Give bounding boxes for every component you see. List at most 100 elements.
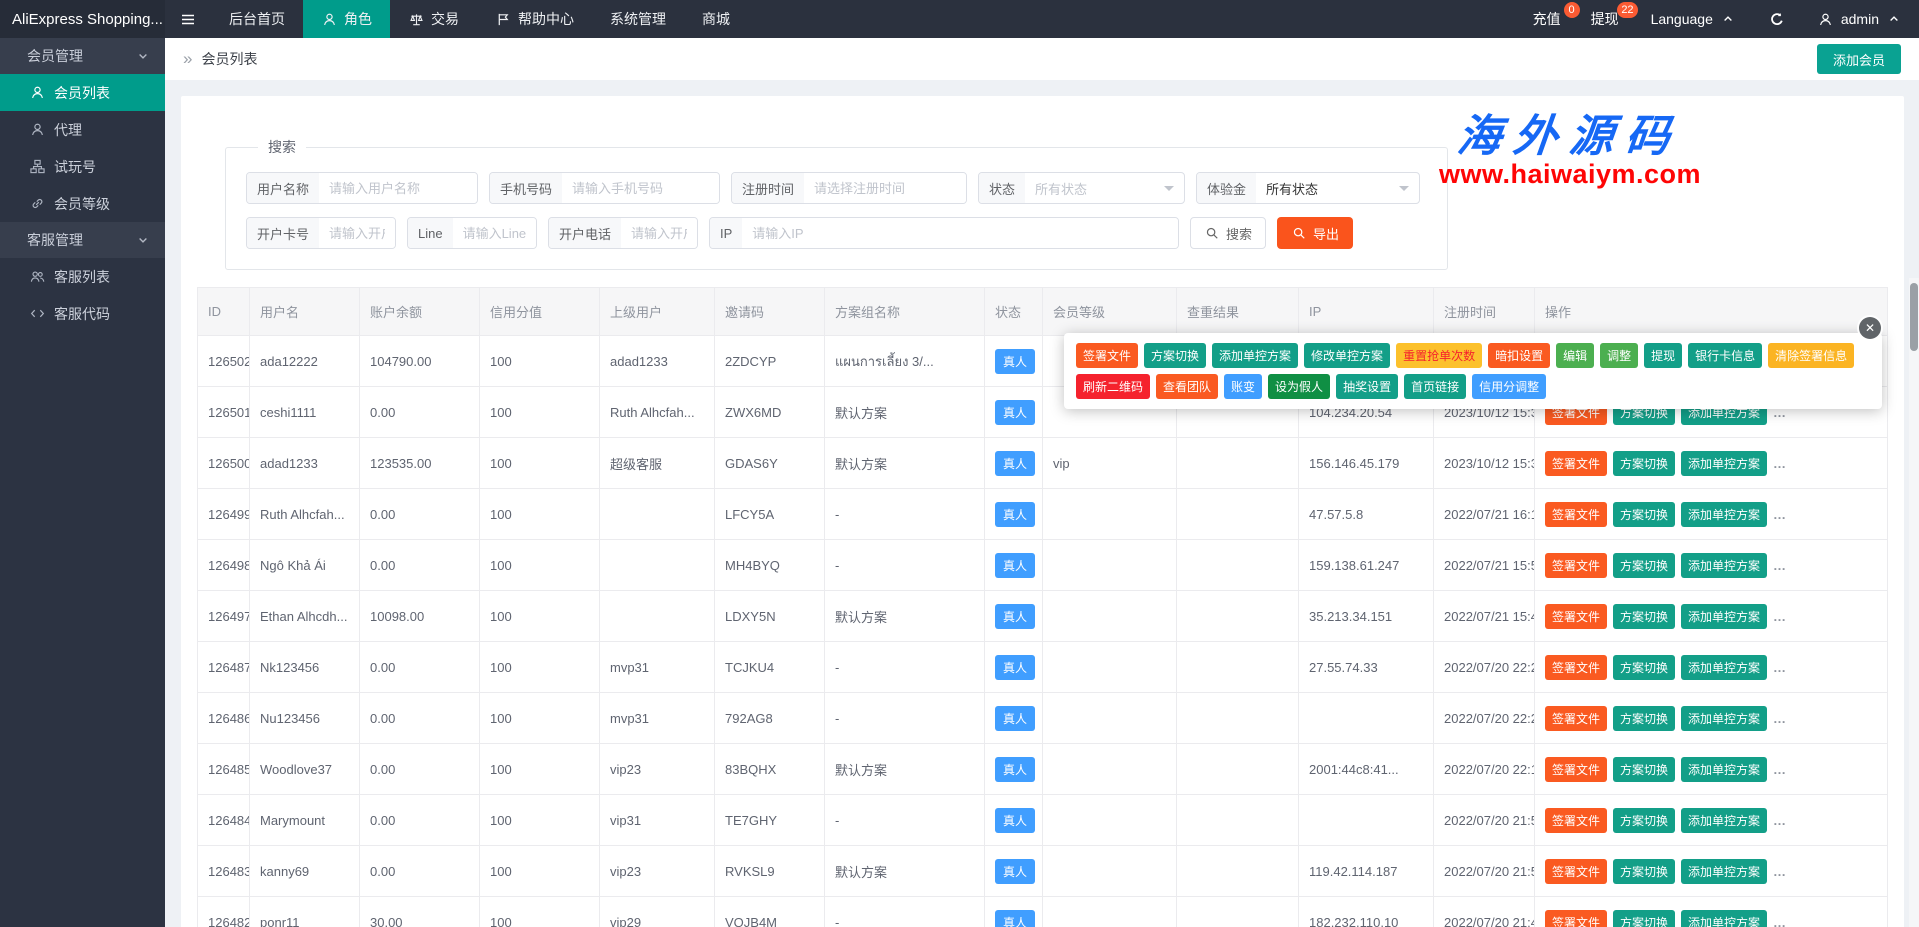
search-input[interactable] — [319, 173, 477, 203]
add-member-button[interactable]: 添加会员 — [1817, 44, 1901, 74]
row-action-button[interactable]: 签署文件 — [1545, 808, 1607, 833]
scrollbar-thumb[interactable] — [1910, 283, 1918, 351]
cell-parent — [600, 591, 715, 642]
search-button[interactable]: 搜索 — [1190, 217, 1266, 249]
popup-action-button[interactable]: 暗扣设置 — [1488, 343, 1550, 368]
search-input[interactable] — [319, 218, 395, 248]
row-action-button[interactable]: 方案切换 — [1613, 604, 1675, 629]
sidebar-item[interactable]: 试玩号 — [0, 148, 165, 185]
row-action-button[interactable]: 添加单控方案 — [1681, 757, 1767, 782]
popup-action-button[interactable]: 重置抢单次数 — [1396, 343, 1482, 368]
language-dropdown[interactable]: Language — [1634, 0, 1753, 38]
more-actions-button[interactable]: … — [1773, 609, 1786, 624]
more-actions-button[interactable]: … — [1773, 762, 1786, 777]
cell-plan-group: - — [825, 897, 985, 927]
admin-menu[interactable]: admin — [1801, 0, 1919, 38]
popup-action-button[interactable]: 账变 — [1224, 374, 1262, 399]
row-action-button[interactable]: 方案切换 — [1613, 655, 1675, 680]
row-action-button[interactable]: 签署文件 — [1545, 502, 1607, 527]
popup-action-button[interactable]: 方案切换 — [1144, 343, 1206, 368]
row-action-button[interactable]: 方案切换 — [1613, 757, 1675, 782]
row-action-button[interactable]: 签署文件 — [1545, 451, 1607, 476]
search-input[interactable] — [453, 218, 536, 248]
sidebar-group-2[interactable]: 客服管理 — [0, 222, 165, 258]
nav-item-1[interactable]: 后台首页 — [211, 0, 303, 38]
row-action-button[interactable]: 方案切换 — [1613, 859, 1675, 884]
withdraw-link[interactable]: 提现 22 — [1576, 0, 1634, 38]
row-action-button[interactable]: 签署文件 — [1545, 655, 1607, 680]
popup-action-button[interactable]: 查看团队 — [1156, 374, 1218, 399]
more-actions-button[interactable]: … — [1773, 558, 1786, 573]
row-action-button[interactable]: 添加单控方案 — [1681, 706, 1767, 731]
row-action-button[interactable]: 添加单控方案 — [1681, 502, 1767, 527]
nav-item-label: 帮助中心 — [518, 9, 574, 29]
nav-item-4[interactable]: 帮助中心 — [477, 0, 592, 38]
row-action-button[interactable]: 添加单控方案 — [1681, 808, 1767, 833]
sidebar-group-1[interactable]: 会员管理 — [0, 38, 165, 74]
close-icon[interactable]: ✕ — [1859, 317, 1881, 339]
popup-action-button[interactable]: 添加单控方案 — [1212, 343, 1298, 368]
cell-level — [1043, 591, 1177, 642]
menu-toggle-button[interactable] — [165, 0, 211, 38]
popup-action-button[interactable]: 清除签署信息 — [1768, 343, 1854, 368]
row-action-button[interactable]: 方案切换 — [1613, 502, 1675, 527]
row-action-button[interactable]: 添加单控方案 — [1681, 604, 1767, 629]
row-action-button[interactable]: 签署文件 — [1545, 706, 1607, 731]
popup-action-button[interactable]: 信用分调整 — [1472, 374, 1546, 399]
row-action-button[interactable]: 签署文件 — [1545, 757, 1607, 782]
search-select-group[interactable]: 体验金所有状态 — [1196, 172, 1420, 204]
cell-dup-result — [1177, 540, 1299, 591]
search-input[interactable] — [742, 218, 1178, 248]
row-action-button[interactable]: 添加单控方案 — [1681, 553, 1767, 578]
more-actions-button[interactable]: … — [1773, 507, 1786, 522]
sidebar-item[interactable]: 客服代码 — [0, 295, 165, 332]
popup-action-button[interactable]: 签署文件 — [1076, 343, 1138, 368]
row-action-button[interactable]: 方案切换 — [1613, 553, 1675, 578]
row-action-button[interactable]: 方案切换 — [1613, 451, 1675, 476]
row-action-button[interactable]: 签署文件 — [1545, 910, 1607, 927]
popup-action-button[interactable]: 提现 — [1644, 343, 1682, 368]
row-action-button[interactable]: 添加单控方案 — [1681, 859, 1767, 884]
nav-item-6[interactable]: 商城 — [684, 0, 748, 38]
more-actions-button[interactable]: … — [1773, 456, 1786, 471]
row-action-button[interactable]: 签署文件 — [1545, 604, 1607, 629]
more-actions-button[interactable]: … — [1773, 915, 1786, 927]
popup-action-button[interactable]: 首页链接 — [1404, 374, 1466, 399]
search-select-group[interactable]: 状态所有状态 — [978, 172, 1185, 204]
row-action-button[interactable]: 签署文件 — [1545, 553, 1607, 578]
refresh-button[interactable] — [1753, 0, 1801, 38]
sidebar-item[interactable]: 会员等级 — [0, 185, 165, 222]
more-actions-button[interactable]: … — [1773, 660, 1786, 675]
more-actions-button[interactable]: … — [1773, 813, 1786, 828]
nav-item-3[interactable]: 交易 — [390, 0, 477, 38]
row-action-button[interactable]: 方案切换 — [1613, 808, 1675, 833]
popup-action-button[interactable]: 银行卡信息 — [1688, 343, 1762, 368]
vertical-scrollbar[interactable] — [1909, 278, 1919, 927]
popup-action-button[interactable]: 刷新二维码 — [1076, 374, 1150, 399]
more-actions-button[interactable]: … — [1773, 864, 1786, 879]
sidebar-item[interactable]: 客服列表 — [0, 258, 165, 295]
row-action-button[interactable]: 方案切换 — [1613, 910, 1675, 927]
row-action-button[interactable]: 添加单控方案 — [1681, 910, 1767, 927]
nav-item-2[interactable]: 角色 — [303, 0, 390, 38]
search-input[interactable] — [621, 218, 697, 248]
cell-actions: 签署文件方案切换添加单控方案 … — [1535, 438, 1888, 489]
popup-action-button[interactable]: 编辑 — [1556, 343, 1594, 368]
popup-action-button[interactable]: 修改单控方案 — [1304, 343, 1390, 368]
brand-logo[interactable]: AliExpress Shopping... — [0, 0, 165, 38]
more-actions-button[interactable]: … — [1773, 711, 1786, 726]
row-action-button[interactable]: 签署文件 — [1545, 859, 1607, 884]
row-action-button[interactable]: 添加单控方案 — [1681, 451, 1767, 476]
recharge-link[interactable]: 充值 0 — [1518, 0, 1576, 38]
sidebar-item[interactable]: 代理 — [0, 111, 165, 148]
popup-action-button[interactable]: 设为假人 — [1268, 374, 1330, 399]
popup-action-button[interactable]: 调整 — [1600, 343, 1638, 368]
popup-action-button[interactable]: 抽奖设置 — [1336, 374, 1398, 399]
row-action-button[interactable]: 添加单控方案 — [1681, 655, 1767, 680]
search-input[interactable] — [804, 173, 966, 203]
sidebar-item[interactable]: 会员列表 — [0, 74, 165, 111]
export-button[interactable]: 导出 — [1277, 217, 1353, 249]
row-action-button[interactable]: 方案切换 — [1613, 706, 1675, 731]
nav-item-5[interactable]: 系统管理 — [592, 0, 684, 38]
search-input[interactable] — [562, 173, 719, 203]
